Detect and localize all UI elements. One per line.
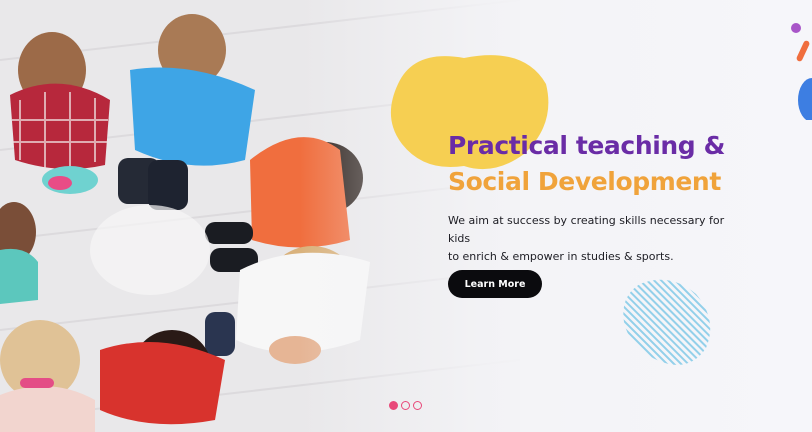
slide-dot-3[interactable] bbox=[413, 401, 422, 410]
striped-blob-shape bbox=[623, 279, 711, 365]
slide-dot-1[interactable] bbox=[389, 401, 398, 410]
slider-dots bbox=[389, 401, 422, 410]
headline-line-2: Social Development bbox=[448, 167, 721, 196]
hero-description: We aim at success by creating skills nec… bbox=[448, 212, 748, 266]
description-line-1: We aim at success by creating skills nec… bbox=[448, 214, 725, 245]
decorative-shapes bbox=[791, 23, 812, 120]
slide-dot-2[interactable] bbox=[401, 401, 410, 410]
hero-headline: Practical teaching & Social Development bbox=[448, 128, 725, 200]
hero-slider: Practical teaching & Social Development … bbox=[0, 0, 812, 432]
headline-line-1: Practical teaching & bbox=[448, 131, 725, 160]
learn-more-button[interactable]: Learn More bbox=[448, 270, 542, 298]
description-line-2: to enrich & empower in studies & sports. bbox=[448, 250, 674, 263]
